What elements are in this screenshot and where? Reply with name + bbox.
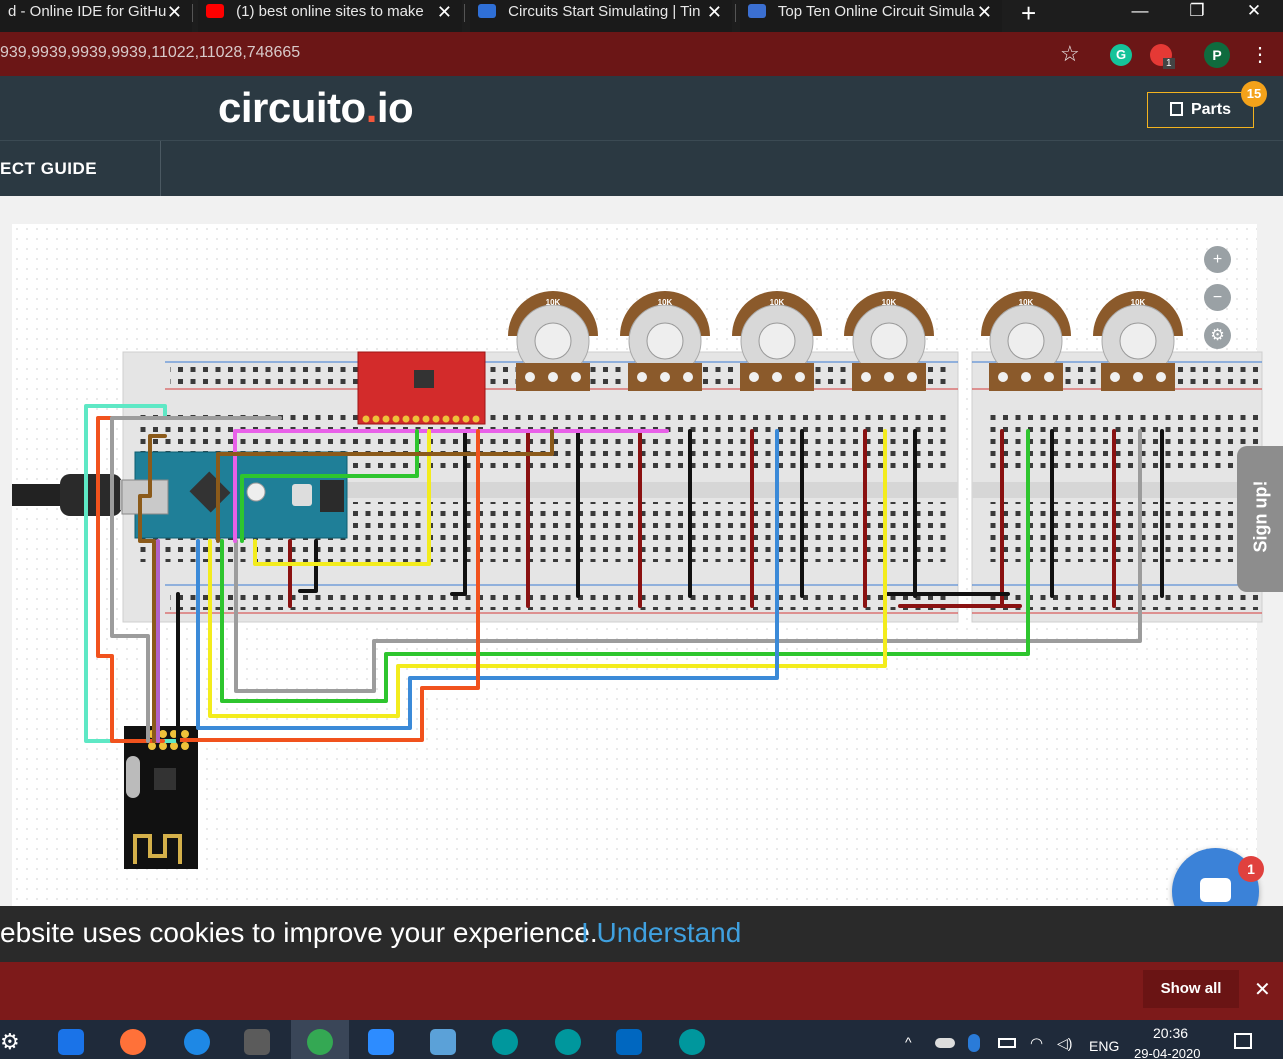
battery-icon[interactable] [998, 1038, 1016, 1048]
zoom-icon[interactable] [368, 1029, 394, 1055]
close-window-button[interactable]: ✕ [1231, 0, 1277, 30]
usb-cable [12, 474, 140, 516]
close-download-bar-icon[interactable]: ✕ [1254, 977, 1271, 1002]
tab-tinkercad[interactable]: Circuits Start Simulating | Tin ✕ [470, 0, 732, 32]
potentiometer-6: 10K [1093, 291, 1183, 391]
extension-badge: 1 [1163, 58, 1175, 69]
bookmark-star-icon[interactable]: ☆ [1060, 41, 1080, 67]
new-tab-button[interactable]: + [1021, 0, 1036, 29]
youtube-icon [206, 4, 224, 18]
tab-divider [735, 4, 736, 22]
tab-close-icon[interactable]: ✕ [977, 0, 992, 24]
zoom-in-button[interactable]: + [1204, 246, 1231, 273]
photos-icon[interactable] [616, 1029, 642, 1055]
arduino-icon[interactable] [492, 1029, 518, 1055]
circuito-logo[interactable]: circuito.io [218, 84, 414, 132]
tab-top-ten[interactable]: Top Ten Online Circuit Simula ✕ [740, 0, 1002, 32]
settings-gear-icon[interactable]: ⚙ [1204, 322, 1231, 349]
parts-button[interactable]: Parts [1147, 92, 1254, 128]
cookie-accept-button[interactable]: I Understand [581, 917, 741, 949]
signup-label: Sign up! [1250, 480, 1271, 553]
volume-icon[interactable]: ◁) [1057, 1035, 1072, 1052]
tab-youtube[interactable]: (1) best online sites to make ✕ [198, 0, 462, 32]
download-bar: Show all ✕ [0, 962, 1283, 1020]
circuit-icon [748, 4, 766, 18]
project-guide-tab[interactable]: ECT GUIDE [0, 159, 97, 179]
mail-icon[interactable] [58, 1029, 84, 1055]
minimize-button[interactable]: — [1117, 0, 1163, 30]
pot-value-label: 10K [770, 298, 785, 307]
windows-taskbar: ⚙ ^ ◠ ◁) ENG 20:36 29-04-2020 [0, 1020, 1283, 1061]
tray-chevron-icon[interactable]: ^ [905, 1034, 912, 1050]
cookie-banner: ebsite uses cookies to improve your expe… [0, 906, 1283, 962]
arduino-icon[interactable] [555, 1029, 581, 1055]
potentiometer-2: 10K [620, 291, 710, 391]
control-panel-icon[interactable] [430, 1029, 456, 1055]
chrome-icon[interactable] [307, 1029, 333, 1055]
parts-count-badge: 15 [1241, 81, 1267, 107]
address-bar: 939,9939,9939,9939,11022,11028,748665 ☆ … [0, 32, 1283, 76]
tab-divider [464, 4, 465, 22]
settings-icon[interactable]: ⚙ [0, 1029, 26, 1055]
profile-avatar[interactable]: P [1204, 42, 1230, 68]
show-all-button[interactable]: Show all [1143, 970, 1239, 1008]
restore-button[interactable]: ❐ [1174, 0, 1220, 30]
circuit-diagram[interactable]: 10K 10K 10K 10K 10K 10K [0, 196, 1283, 906]
tab-title: Circuits Start Simulating | Tin [508, 3, 701, 20]
potentiometer-3: 10K [732, 291, 822, 391]
edge-icon[interactable] [184, 1029, 210, 1055]
bluetooth-icon[interactable] [968, 1034, 980, 1052]
tab-title: d - Online IDE for GitHu [8, 3, 167, 20]
language-indicator[interactable]: ENG [1089, 1038, 1119, 1054]
potentiometer-5: 10K [981, 291, 1071, 391]
chat-count-badge: 1 [1238, 856, 1264, 882]
pot-value-label: 10K [1131, 298, 1146, 307]
pot-value-label: 10K [882, 298, 897, 307]
onedrive-icon[interactable] [935, 1038, 955, 1048]
breadboard-secondary [971, 351, 1263, 623]
menu-icon[interactable]: ⋮ [1250, 42, 1270, 67]
grammarly-icon[interactable]: G [1110, 44, 1132, 66]
cookie-message: ebsite uses cookies to improve your expe… [0, 917, 598, 948]
nrf24-radio-module [124, 726, 198, 869]
pot-value-label: 10K [546, 298, 561, 307]
tab-close-icon[interactable]: ✕ [707, 0, 722, 24]
tab-close-icon[interactable]: ✕ [437, 0, 452, 24]
arduino-icon[interactable] [679, 1029, 705, 1055]
tab-divider [192, 4, 193, 22]
sub-navigation: ECT GUIDE [0, 140, 1283, 197]
app-header: circuito.io Parts 15 [0, 76, 1283, 140]
accelerometer-module [357, 351, 486, 425]
notifications-icon[interactable] [1234, 1033, 1252, 1049]
tinkercad-icon [478, 4, 496, 18]
tab-close-icon[interactable]: ✕ [167, 0, 182, 24]
clock-time[interactable]: 20:36 [1153, 1025, 1188, 1041]
list-icon [1169, 102, 1183, 116]
signup-tab[interactable]: Sign up! [1237, 446, 1283, 592]
nav-divider [160, 141, 161, 197]
store-icon[interactable] [244, 1029, 270, 1055]
pot-value-label: 10K [658, 298, 673, 307]
workspace: 10K 10K 10K 10K 10K 10K + − ⚙ Sign up! [0, 196, 1283, 906]
tab-title: Top Ten Online Circuit Simula [777, 3, 975, 20]
tab-strip: d - Online IDE for GitHu ✕ (1) best onli… [0, 0, 1283, 32]
potentiometer-1: 10K [508, 291, 598, 391]
url-field[interactable]: 939,9939,9939,9939,11022,11028,748665 [0, 44, 300, 62]
tab-title: (1) best online sites to make [236, 3, 424, 20]
pot-value-label: 10K [1019, 298, 1034, 307]
tab-github-ide[interactable]: d - Online IDE for GitHu ✕ [0, 0, 192, 32]
potentiometer-4: 10K [844, 291, 934, 391]
wifi-icon[interactable]: ◠ [1030, 1034, 1043, 1052]
chat-icon [1200, 878, 1231, 902]
zoom-out-button[interactable]: − [1204, 284, 1231, 311]
firefox-icon[interactable] [120, 1029, 146, 1055]
